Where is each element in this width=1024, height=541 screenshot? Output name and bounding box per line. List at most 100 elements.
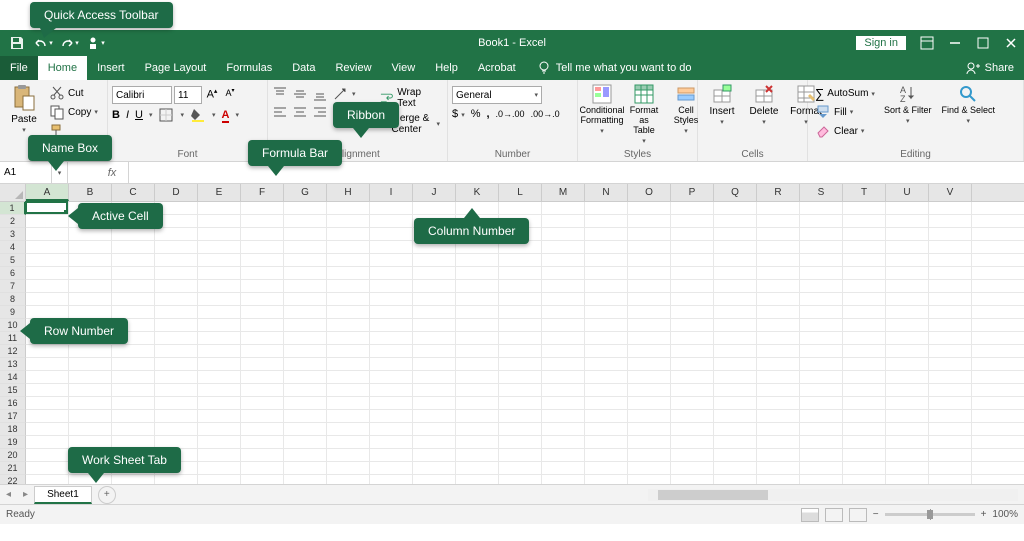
zoom-level[interactable]: 100% [992, 509, 1018, 520]
column-header-B[interactable]: B [69, 184, 112, 201]
tab-file[interactable]: File [0, 56, 38, 80]
font-name-select[interactable]: Calibri [112, 86, 172, 104]
tab-acrobat[interactable]: Acrobat [468, 56, 526, 80]
column-header-G[interactable]: G [284, 184, 327, 201]
maximize-icon[interactable] [976, 36, 990, 50]
align-bottom-icon[interactable] [312, 86, 328, 102]
row-header-17[interactable]: 17 [0, 410, 26, 423]
tab-review[interactable]: Review [325, 56, 381, 80]
border-button[interactable] [158, 107, 174, 123]
row-header-1[interactable]: 1 [0, 202, 26, 215]
sheet-nav-prev[interactable]: ◂ [0, 489, 17, 500]
cut-button[interactable]: Cut [46, 84, 101, 102]
font-color-button[interactable]: A [222, 109, 230, 121]
format-as-table-button[interactable]: Format as Table▾ [624, 82, 664, 147]
column-header-M[interactable]: M [542, 184, 585, 201]
align-right-icon[interactable] [312, 105, 328, 121]
comma-format-button[interactable]: , [486, 108, 489, 120]
redo-icon[interactable]: ▾ [58, 32, 80, 54]
row-header-6[interactable]: 6 [0, 267, 26, 280]
align-center-icon[interactable] [292, 105, 308, 121]
column-header-K[interactable]: K [456, 184, 499, 201]
touch-mode-icon[interactable]: ▾ [84, 32, 106, 54]
bold-button[interactable]: B [112, 109, 120, 121]
new-sheet-button[interactable]: + [98, 486, 116, 504]
conditional-formatting-button[interactable]: Conditional Formatting▾ [582, 82, 622, 137]
autosum-button[interactable]: ∑AutoSum▾ [812, 85, 878, 102]
accounting-format-button[interactable]: $ ▾ [452, 108, 465, 120]
fill-color-button[interactable] [190, 107, 206, 123]
save-icon[interactable] [6, 32, 28, 54]
column-header-S[interactable]: S [800, 184, 843, 201]
find-select-button[interactable]: Find & Select▾ [937, 82, 999, 128]
fill-button[interactable]: Fill▾ [812, 103, 878, 121]
column-header-C[interactable]: C [112, 184, 155, 201]
select-all-cell[interactable] [0, 184, 26, 201]
column-header-E[interactable]: E [198, 184, 241, 201]
tab-home[interactable]: Home [38, 56, 87, 80]
row-header-19[interactable]: 19 [0, 436, 26, 449]
row-header-4[interactable]: 4 [0, 241, 26, 254]
sort-filter-button[interactable]: AZSort & Filter▾ [880, 82, 936, 128]
row-header-20[interactable]: 20 [0, 449, 26, 462]
share-button[interactable]: Share [955, 56, 1024, 80]
increase-font-icon[interactable]: A▴ [204, 87, 220, 103]
tell-me-search[interactable]: Tell me what you want to do [536, 56, 692, 80]
close-icon[interactable] [1004, 36, 1018, 50]
tab-page-layout[interactable]: Page Layout [135, 56, 217, 80]
column-header-I[interactable]: I [370, 184, 413, 201]
decrease-decimal-button[interactable]: .00→.0 [531, 109, 560, 119]
italic-button[interactable]: I [126, 109, 129, 121]
column-header-N[interactable]: N [585, 184, 628, 201]
page-break-view-button[interactable] [849, 508, 867, 522]
horizontal-scrollbar[interactable] [648, 489, 1018, 501]
column-header-T[interactable]: T [843, 184, 886, 201]
row-header-2[interactable]: 2 [0, 215, 26, 228]
row-header-15[interactable]: 15 [0, 384, 26, 397]
column-header-A[interactable]: A [26, 184, 69, 201]
column-header-U[interactable]: U [886, 184, 929, 201]
copy-button[interactable]: Copy▾ [46, 103, 101, 121]
row-header-12[interactable]: 12 [0, 345, 26, 358]
sheet-nav-next[interactable]: ▸ [17, 489, 34, 500]
font-size-select[interactable]: 11 [174, 86, 202, 104]
column-header-O[interactable]: O [628, 184, 671, 201]
row-header-14[interactable]: 14 [0, 371, 26, 384]
align-left-icon[interactable] [272, 105, 288, 121]
column-header-H[interactable]: H [327, 184, 370, 201]
page-layout-view-button[interactable] [825, 508, 843, 522]
tab-view[interactable]: View [382, 56, 426, 80]
tab-help[interactable]: Help [425, 56, 468, 80]
column-header-F[interactable]: F [241, 184, 284, 201]
orientation-icon[interactable] [332, 86, 348, 102]
sign-in-button[interactable]: Sign in [856, 36, 906, 50]
row-header-9[interactable]: 9 [0, 306, 26, 319]
active-cell[interactable] [25, 201, 68, 214]
delete-cells-button[interactable]: Delete▾ [744, 82, 784, 129]
sheet-tab-1[interactable]: Sheet1 [34, 486, 92, 504]
percent-format-button[interactable]: % [471, 108, 481, 120]
row-header-5[interactable]: 5 [0, 254, 26, 267]
zoom-in-button[interactable]: + [981, 509, 987, 520]
column-header-L[interactable]: L [499, 184, 542, 201]
underline-button[interactable]: U [135, 109, 143, 121]
ribbon-options-icon[interactable] [920, 36, 934, 50]
fx-button[interactable]: fx [68, 162, 129, 183]
row-header-21[interactable]: 21 [0, 462, 26, 475]
row-header-3[interactable]: 3 [0, 228, 26, 241]
column-header-R[interactable]: R [757, 184, 800, 201]
column-header-P[interactable]: P [671, 184, 714, 201]
align-top-icon[interactable] [272, 86, 288, 102]
tab-data[interactable]: Data [282, 56, 325, 80]
number-format-select[interactable]: General▾ [452, 86, 542, 104]
minimize-icon[interactable] [948, 36, 962, 50]
decrease-font-icon[interactable]: A▾ [222, 87, 238, 103]
zoom-slider[interactable] [885, 513, 975, 516]
align-middle-icon[interactable] [292, 86, 308, 102]
row-header-8[interactable]: 8 [0, 293, 26, 306]
paste-button[interactable]: Paste▾ [4, 82, 44, 137]
column-header-D[interactable]: D [155, 184, 198, 201]
row-header-13[interactable]: 13 [0, 358, 26, 371]
clear-button[interactable]: Clear▾ [812, 122, 878, 140]
zoom-out-button[interactable]: − [873, 509, 879, 520]
